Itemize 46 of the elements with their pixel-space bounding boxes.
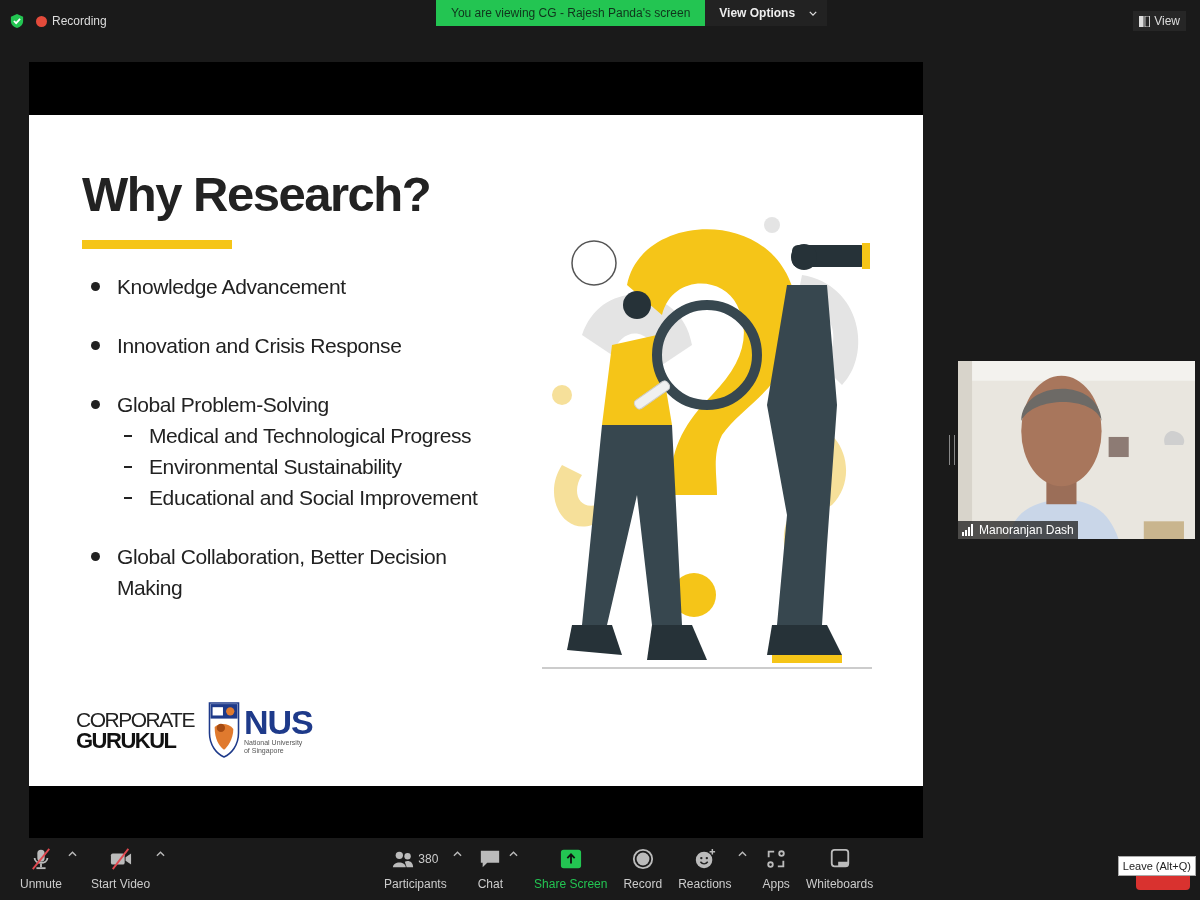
toolbar-button[interactable]: Whiteboards xyxy=(801,843,878,895)
bullet-text: Knowledge Advancement xyxy=(117,273,346,300)
smiley-icon xyxy=(693,848,716,870)
signal-icon xyxy=(962,524,974,536)
toolbar-button[interactable]: Share Screen xyxy=(530,843,612,895)
view-button[interactable]: View xyxy=(1133,11,1186,31)
toolbar-button[interactable]: Unmute xyxy=(16,843,67,895)
record-icon xyxy=(631,848,654,870)
whiteboard-icon xyxy=(828,848,851,870)
bullet-dot xyxy=(91,340,100,350)
bullet-text: Global Collaboration, Better Decision Making xyxy=(117,543,448,601)
dash-mark xyxy=(124,496,132,499)
brand-logo-text: CORPORATE xyxy=(76,708,194,730)
layout-icon xyxy=(1139,15,1151,27)
share-screen-icon xyxy=(559,848,582,870)
view-options-button[interactable]: View Options xyxy=(705,0,828,26)
recording-label: Recording xyxy=(52,14,107,28)
toolbar-button[interactable]: Start Video xyxy=(87,843,155,895)
apps-icon xyxy=(765,848,788,870)
bullet-dot xyxy=(91,399,100,409)
bullet-dot xyxy=(91,551,100,561)
shield-icon[interactable] xyxy=(10,13,24,29)
recording-dot-icon xyxy=(36,15,47,27)
toolbar-button[interactable]: Record xyxy=(619,843,667,895)
bullet-text: Innovation and Crisis Response xyxy=(117,332,402,359)
slide-title: Why Research? xyxy=(82,165,432,223)
nus-logo-text: NUS xyxy=(243,704,313,739)
sub-bullet-text: Educational and Social Improvement xyxy=(149,484,478,511)
sub-bullet-text: Medical and Technological Progress xyxy=(149,422,472,449)
sub-bullet-text: Environmental Sustainability xyxy=(149,453,402,480)
toolbar-button[interactable]: Chat xyxy=(473,843,508,895)
resize-handle[interactable] xyxy=(949,435,955,465)
dash-mark xyxy=(124,434,132,437)
participant-count: 380 xyxy=(418,852,439,866)
toolbar-button[interactable]: 380 Participants xyxy=(380,843,451,895)
bullet-dot xyxy=(91,281,100,291)
toolbar-button[interactable]: Reactions xyxy=(674,843,736,895)
crest-icon xyxy=(207,701,240,758)
chevron-icon xyxy=(809,10,818,16)
share-banner: You are viewing CG - Rajesh Panda's screen xyxy=(436,0,706,26)
brand-logo-text: GURUKUL xyxy=(76,729,177,751)
bullet-text: Global Problem-Solving xyxy=(117,391,329,418)
dash-mark xyxy=(124,465,132,468)
participant-name: Manoranjan Dash xyxy=(979,523,1074,537)
toolbar-button[interactable]: Apps xyxy=(758,843,794,895)
tooltip: Leave (Alt+Q) xyxy=(1117,856,1196,876)
